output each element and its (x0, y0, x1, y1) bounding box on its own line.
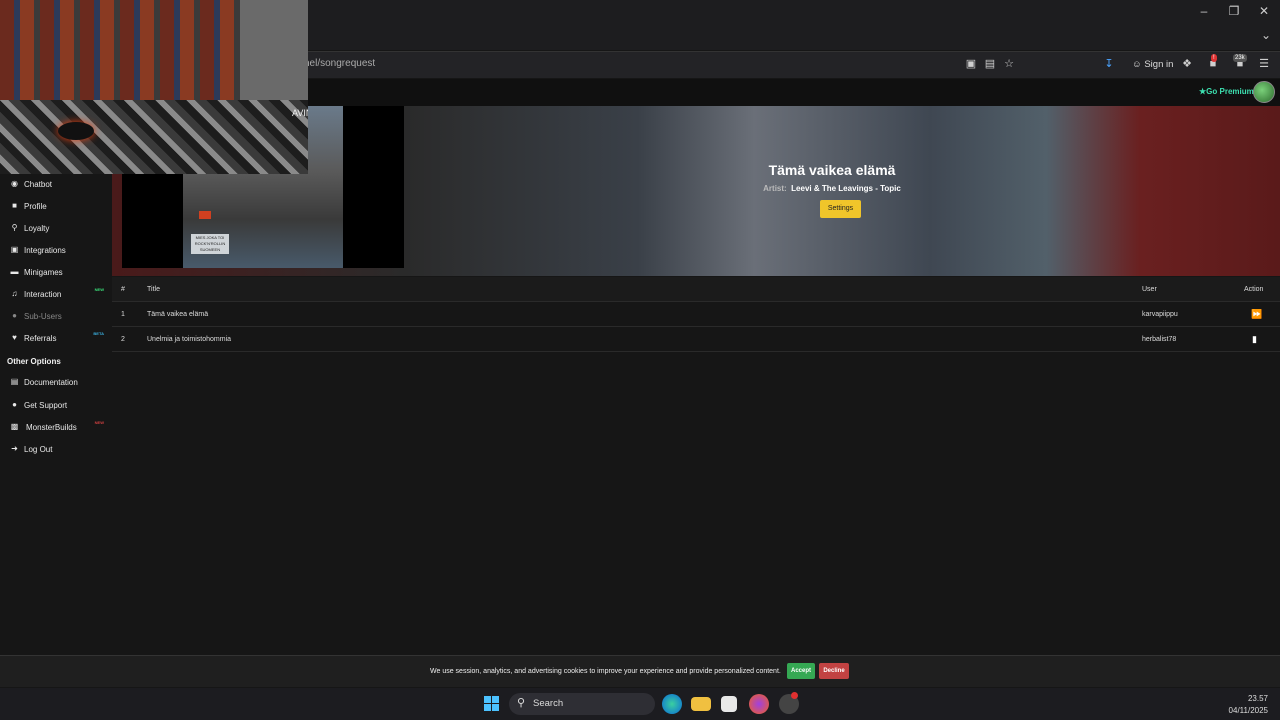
store-icon[interactable] (721, 696, 737, 712)
clock-date: 04/11/2025 (1228, 706, 1268, 715)
handshake-icon: ♥ (12, 333, 17, 342)
laptop-icon: ▩ (10, 422, 19, 431)
windows-start-icon[interactable] (482, 694, 502, 714)
go-premium-link[interactable]: ★Go Premium (1199, 87, 1254, 96)
song-queue-table: # Title User Action 1 Tämä vaikea elämä … (112, 277, 1280, 352)
sidebar-item-log-out[interactable]: ➜ Log Out (0, 439, 112, 459)
sidebar-item-sub-users[interactable]: ● Sub-Users (0, 306, 112, 326)
row-title: Tämä vaikea elämä (147, 311, 209, 318)
table-row: 1 Tämä vaikea elämä karvapiippu ⏩ (112, 302, 1280, 327)
user-icon: ■ (12, 201, 17, 210)
reader-view-icon[interactable]: ▤ (983, 57, 997, 71)
beta-tag: BETA (93, 331, 104, 336)
settings-gear-icon[interactable] (779, 692, 799, 714)
gamepad-icon: ▬ (10, 267, 19, 276)
restore-button[interactable]: ❐ (1222, 3, 1246, 19)
sidebar-item-minigames[interactable]: ▬ Minigames (0, 262, 112, 282)
notification-badge (791, 692, 798, 699)
sidebar-item-integrations[interactable]: ▣ Integrations (0, 240, 112, 260)
clock-time: 23.57 (1247, 694, 1268, 703)
bookmark-star-icon[interactable]: ☆ (1002, 57, 1016, 71)
robot-icon: ◉ (11, 179, 18, 188)
sidebar: ◉ Chatbot ■ Profile ⚲ Loyalty ▣ Integrat… (0, 174, 112, 654)
now-playing-artist: Artist: Leevi & The Leavings - Topic (763, 184, 901, 193)
new-tag: NEW (94, 287, 104, 292)
music-icon: ♫ (11, 289, 18, 298)
row-user: karvapiippu (1142, 311, 1178, 318)
col-header-action: Action (1244, 286, 1264, 293)
album-art-flag (199, 211, 211, 219)
cookie-consent-text: We use session, analytics, and advertisi… (430, 668, 781, 675)
row-title: Unelmia ja toimistohommia (147, 336, 232, 343)
accept-cookies-button[interactable]: Accept (787, 663, 815, 679)
extensions-icon[interactable]: ❖ (1180, 57, 1194, 71)
sidebar-item-interaction[interactable]: ♫ Interaction NEW (0, 284, 112, 304)
download-icon[interactable]: ↧ (1102, 57, 1116, 71)
firefox-icon[interactable] (749, 694, 769, 714)
minimize-button[interactable]: – (1192, 3, 1216, 19)
other-options-heading: Other Options (7, 357, 61, 366)
edge-browser-icon[interactable] (662, 694, 682, 714)
col-header-title: Title (147, 286, 160, 293)
os-taskbar: ⚲ Search 23.57 04/11/2025 (0, 688, 1280, 720)
now-playing-title: Tämä vaikea elämä (768, 162, 896, 178)
menu-hamburger-icon[interactable]: ☰ (1257, 57, 1271, 71)
book-icon: ▤ (10, 377, 19, 386)
sidebar-item-documentation[interactable]: ▤ Documentation (0, 372, 112, 392)
sidebar-item-loyalty[interactable]: ⚲ Loyalty (0, 218, 112, 238)
extension-count-badge: 23k (1233, 54, 1247, 62)
webcam-overlay: AVINGS (0, 0, 308, 174)
cookie-consent-bar: We use session, analytics, and advertisi… (0, 655, 1280, 687)
trash-icon[interactable]: ▮ (1252, 334, 1257, 345)
album-art-caption: MIES JOKA TOI ROCK'N'ROLLIN SUOMEEN (191, 234, 229, 254)
sidebar-item-profile[interactable]: ■ Profile (0, 196, 112, 216)
taskbar-clock[interactable]: 23.57 04/11/2025 (1229, 693, 1268, 717)
col-header-user: User (1142, 286, 1157, 293)
fast-forward-icon[interactable]: ⏩ (1251, 309, 1262, 320)
question-icon: ● (12, 400, 17, 409)
address-bar[interactable]: nel/songrequest (304, 58, 375, 69)
col-header-number: # (121, 286, 125, 293)
file-explorer-icon[interactable] (691, 697, 711, 711)
sidebar-item-monsterbuilds[interactable]: ▩ MonsterBuilds NEW (0, 417, 112, 437)
sidebar-item-referrals[interactable]: ♥ Referrals BETA (0, 328, 112, 348)
account-icon: ☺ (1132, 59, 1142, 70)
new-tag: NEW (94, 420, 104, 425)
decline-cookies-button[interactable]: Decline (819, 663, 849, 679)
webcam-desk (0, 100, 308, 174)
extension-alert-badge: ! (1211, 54, 1217, 62)
users-icon: ● (12, 311, 17, 320)
sidebar-item-get-support[interactable]: ● Get Support (0, 395, 112, 415)
tab-list-chevron-icon[interactable]: ⌄ (1254, 27, 1278, 43)
row-number: 2 (121, 336, 125, 343)
webcam-overlay-text: AVINGS (292, 108, 308, 118)
close-window-button[interactable]: ✕ (1252, 3, 1276, 19)
webcam-mouse (58, 122, 94, 140)
plug-icon: ▣ (10, 245, 19, 254)
webcam-blanket (0, 0, 240, 110)
picture-in-picture-icon[interactable]: ▣ (964, 57, 978, 71)
row-number: 1 (121, 311, 125, 318)
trophy-icon: ⚲ (11, 223, 18, 232)
table-header-row: # Title User Action (112, 277, 1280, 302)
row-user: herbalist78 (1142, 336, 1177, 343)
taskbar-search[interactable]: ⚲ Search (509, 693, 655, 715)
search-icon: ⚲ (517, 697, 526, 709)
sidebar-item-chatbot[interactable]: ◉ Chatbot (0, 174, 112, 194)
player-settings-button[interactable]: Settings (820, 200, 861, 218)
table-row: 2 Unelmia ja toimistohommia herbalist78 … (112, 327, 1280, 352)
avatar[interactable] (1253, 81, 1275, 103)
sign-in-button[interactable]: ☺ Sign in (1128, 55, 1177, 75)
logout-icon: ➜ (11, 444, 18, 453)
